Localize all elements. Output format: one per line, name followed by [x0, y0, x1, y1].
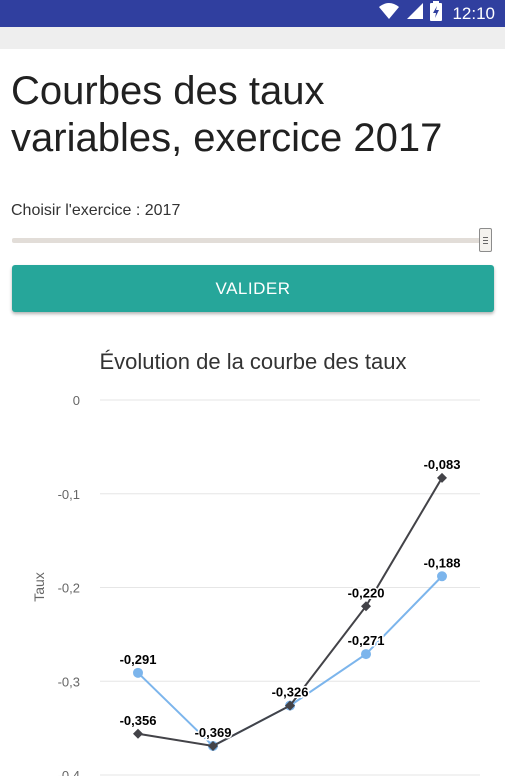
data-label: -0,271 — [348, 633, 385, 648]
data-label: -0,291 — [120, 652, 157, 667]
data-label: -0,083 — [424, 457, 461, 472]
validate-button[interactable]: VALIDER — [12, 265, 494, 312]
year-selector-label: Choisir l'exercice : 2017 — [11, 202, 181, 219]
wifi-icon — [378, 2, 400, 25]
data-point — [133, 667, 143, 678]
series-line — [137, 575, 443, 748]
y-tick-label: -0,1 — [58, 487, 80, 502]
data-label: -0,220 — [348, 585, 385, 600]
chart-title: Évolution de la courbe des taux — [100, 349, 407, 374]
data-point — [437, 571, 447, 582]
data-point — [437, 472, 447, 483]
app-bar-shadow — [0, 27, 505, 49]
rate-curve-chart: Évolution de la courbe des taux Taux 0 -0… — [31, 349, 480, 776]
year-slider-track[interactable] — [12, 238, 482, 243]
data-label: -0,326 — [272, 685, 309, 700]
y-tick-label: -0,4 — [58, 768, 80, 776]
page-title: Courbes des taux variables, exercice 201… — [11, 69, 443, 160]
data-point — [133, 728, 143, 739]
status-time: 12:10 — [452, 3, 495, 23]
y-tick-label: -0,2 — [58, 581, 80, 596]
battery-charging-icon — [430, 1, 443, 26]
y-tick-label: -0,3 — [58, 674, 80, 689]
year-slider-thumb[interactable] — [479, 228, 492, 252]
data-label: -0,188 — [424, 555, 461, 570]
status-bar: 12:10 — [0, 0, 505, 27]
y-axis-label: Taux — [31, 572, 47, 602]
data-label: -0,369 — [195, 725, 232, 740]
data-label: -0,356 — [120, 713, 157, 728]
y-tick-label: 0 — [73, 393, 80, 408]
data-point — [361, 649, 371, 660]
cell-signal-icon — [406, 2, 424, 25]
